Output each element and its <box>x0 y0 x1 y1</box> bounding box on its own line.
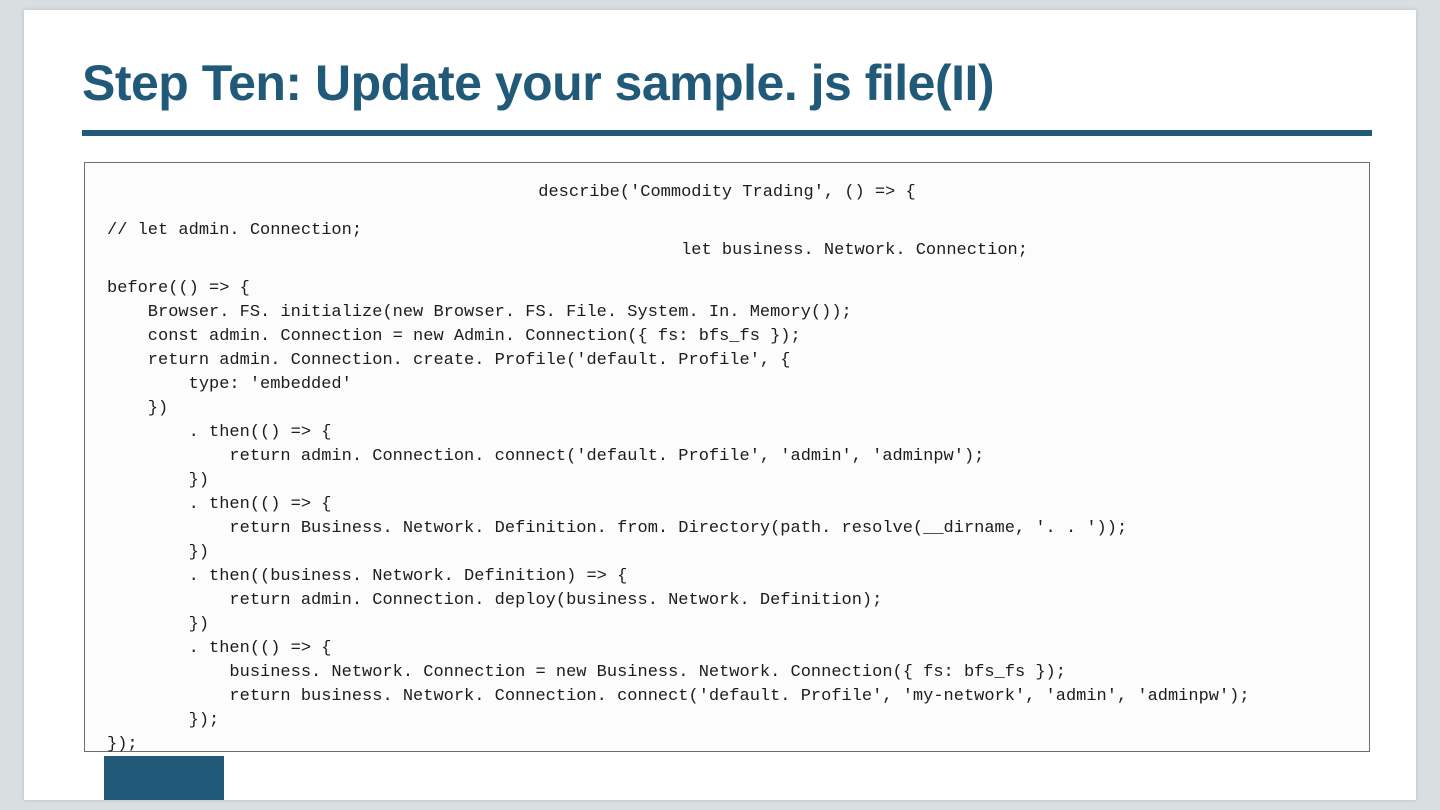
code-comment-admin-connection: // let admin. Connection; <box>107 217 362 263</box>
footer-accent-block <box>104 756 224 800</box>
slide: Step Ten: Update your sample. js file(II… <box>24 10 1416 800</box>
code-let-business-network: let business. Network. Connection; <box>362 217 1347 263</box>
title-underline <box>82 130 1372 136</box>
code-line-describe: describe('Commodity Trading', () => { <box>107 181 1347 205</box>
code-body: before(() => { Browser. FS. initialize(n… <box>107 277 1347 757</box>
code-box: describe('Commodity Trading', () => { //… <box>84 162 1370 752</box>
slide-title: Step Ten: Update your sample. js file(II… <box>82 54 994 112</box>
code-line-declarations: // let admin. Connection; let business. … <box>107 217 1347 263</box>
